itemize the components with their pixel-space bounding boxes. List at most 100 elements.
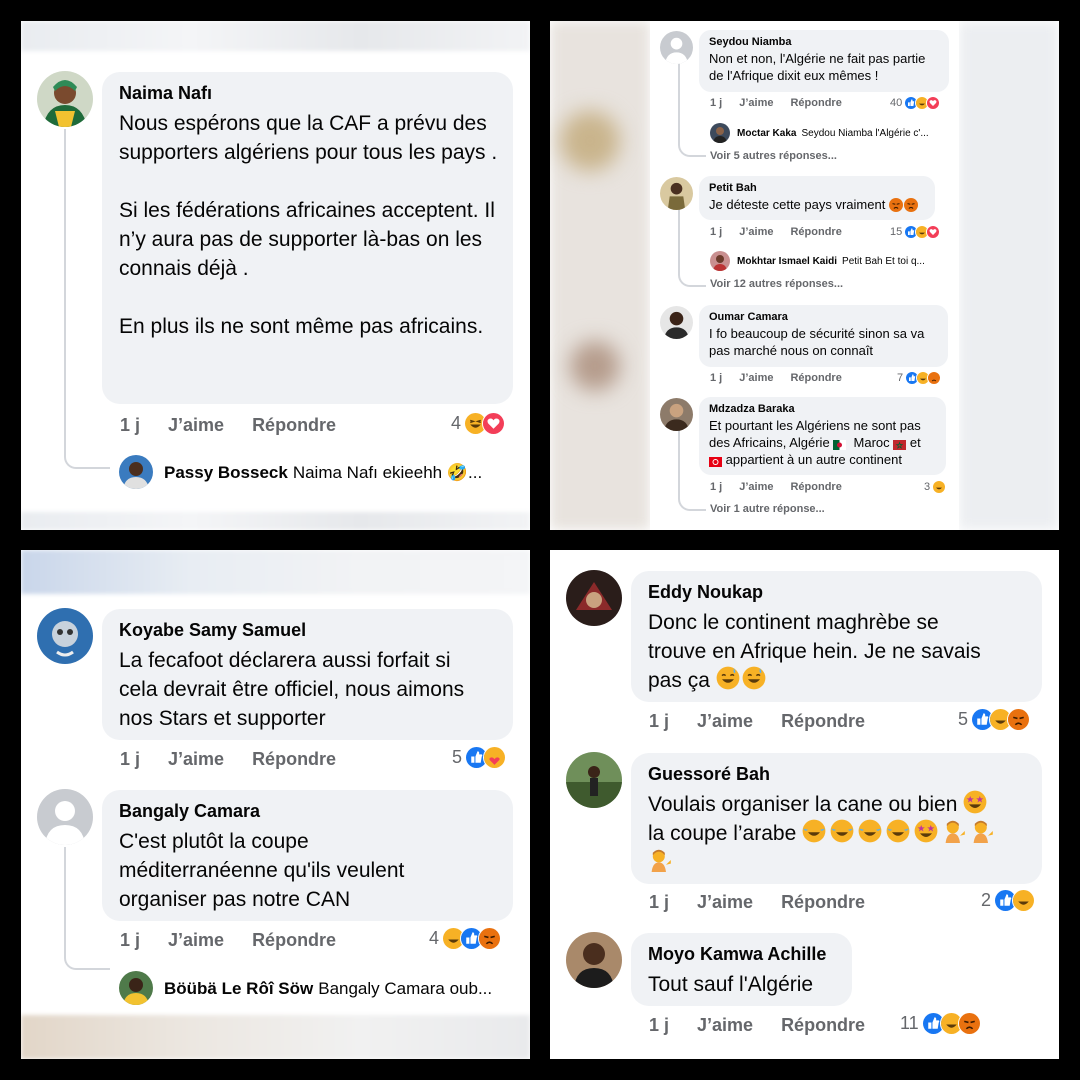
reply-preview[interactable]: Passy Bosseck Naima Nafı ekieehh 🤣... bbox=[164, 461, 514, 485]
person-tipping-hand-emoji-icon bbox=[648, 848, 672, 872]
comment-bubble: Eddy Noukap Donc le continent maghrèbe s… bbox=[631, 571, 1042, 702]
reply-author[interactable]: Mokhtar Ismael Kaidi bbox=[737, 256, 837, 267]
like-button[interactable]: J’aime bbox=[168, 415, 224, 436]
avatar[interactable] bbox=[660, 398, 693, 431]
comment-text-part: des Africains, Algérie bbox=[709, 435, 830, 450]
comment-author[interactable]: Naima Nafı bbox=[119, 83, 504, 104]
angry-reaction-icon bbox=[478, 927, 502, 950]
reply-button[interactable]: Répondre bbox=[790, 481, 841, 493]
reaction-summary[interactable]: 15 bbox=[890, 225, 941, 239]
avatar[interactable] bbox=[710, 251, 730, 271]
reply-author[interactable]: Passy Bosseck bbox=[164, 463, 288, 483]
panel-bottom-left: Koyabe Samy Samuel La fecafoot déclarera… bbox=[21, 550, 530, 1059]
reply-button[interactable]: Répondre bbox=[252, 749, 336, 770]
like-button[interactable]: J’aime bbox=[739, 226, 773, 238]
morocco-flag-icon bbox=[893, 437, 907, 450]
love-reaction-icon bbox=[482, 412, 506, 435]
reply-button[interactable]: Répondre bbox=[790, 372, 841, 384]
reply-preview[interactable]: Böübä Le Rôî Söw Bangaly Camara oub... bbox=[164, 977, 516, 1001]
reply-author[interactable]: Moctar Kaka bbox=[737, 128, 796, 139]
avatar[interactable] bbox=[660, 306, 693, 339]
avatar[interactable] bbox=[660, 31, 693, 64]
like-button[interactable]: J’aime bbox=[697, 892, 753, 913]
reaction-summary[interactable]: 40 bbox=[890, 96, 941, 110]
view-more-replies[interactable]: Voir 12 autres réponses... bbox=[710, 278, 843, 290]
reply-author[interactable]: Böübä Le Rôî Söw bbox=[164, 979, 313, 999]
avatar[interactable] bbox=[660, 177, 693, 210]
reply-button[interactable]: Répondre bbox=[252, 930, 336, 951]
like-button[interactable]: J’aime bbox=[739, 372, 773, 384]
like-button[interactable]: J’aime bbox=[168, 749, 224, 770]
comment-text-part: Donc le continent maghrèbe se trouve en … bbox=[648, 611, 981, 663]
reaction-summary[interactable]: 2 bbox=[981, 889, 1036, 912]
avatar[interactable] bbox=[710, 123, 730, 143]
tears-of-joy-emoji-icon bbox=[858, 819, 882, 843]
comment-time: 1 j bbox=[120, 749, 141, 769]
like-button[interactable]: J’aime bbox=[739, 97, 773, 109]
tears-of-joy-emoji-icon bbox=[802, 819, 826, 843]
avatar[interactable] bbox=[566, 570, 622, 626]
comment-time: 1 j bbox=[710, 226, 723, 238]
sweat-smile-emoji-icon bbox=[742, 666, 766, 690]
avatar[interactable] bbox=[119, 971, 153, 1005]
comment-bubble: Naima Nafı Nous espérons que la CAF a pr… bbox=[102, 72, 513, 404]
reply-button[interactable]: Répondre bbox=[790, 226, 841, 238]
comment-author[interactable]: Guessoré Bah bbox=[648, 764, 1040, 785]
reaction-count: 40 bbox=[890, 97, 903, 109]
like-button[interactable]: J’aime bbox=[168, 930, 224, 951]
reaction-summary[interactable]: 11 bbox=[900, 1012, 981, 1035]
reply-button[interactable]: Répondre bbox=[790, 97, 841, 109]
reply-button[interactable]: Répondre bbox=[252, 415, 336, 436]
like-button[interactable]: J’aime bbox=[697, 1015, 753, 1036]
comment-author[interactable]: Eddy Noukap bbox=[648, 582, 981, 603]
reaction-summary[interactable]: 7 bbox=[897, 371, 942, 385]
reaction-summary[interactable]: 4 bbox=[451, 412, 506, 435]
angry-reaction-icon bbox=[957, 1012, 981, 1035]
comment-actions: 1 j J’aime Répondre bbox=[649, 711, 893, 732]
reaction-summary[interactable]: 5 bbox=[452, 746, 507, 769]
view-more-replies[interactable]: Voir 1 autre réponse... bbox=[710, 503, 825, 515]
avatar[interactable] bbox=[37, 608, 93, 664]
comment-author[interactable]: Oumar Camara bbox=[709, 311, 924, 323]
reply-button[interactable]: Répondre bbox=[781, 711, 865, 732]
algeria-flag-icon bbox=[833, 437, 847, 450]
avatar[interactable] bbox=[37, 789, 93, 845]
view-more-replies[interactable]: Voir 5 autres réponses... bbox=[710, 150, 837, 162]
comment-text-part: et bbox=[909, 435, 921, 450]
avatar[interactable] bbox=[119, 455, 153, 489]
reply-preview[interactable]: Mokhtar Ismael Kaidi Petit Bah Et toi q.… bbox=[737, 253, 952, 269]
avatar[interactable] bbox=[37, 71, 93, 127]
blurred-footer bbox=[21, 1015, 530, 1059]
reaction-summary[interactable]: 4 bbox=[429, 927, 502, 950]
reaction-count: 7 bbox=[897, 372, 904, 384]
reply-preview[interactable]: Moctar Kaka Seydou Niamba l'Algérie c'..… bbox=[737, 125, 952, 141]
like-button[interactable]: J’aime bbox=[697, 711, 753, 732]
comment-text-part: pas ça bbox=[648, 669, 710, 692]
reply-button[interactable]: Répondre bbox=[781, 892, 865, 913]
comment-bubble: Koyabe Samy Samuel La fecafoot déclarera… bbox=[102, 609, 513, 740]
reaction-summary[interactable]: 3 bbox=[924, 480, 947, 494]
reaction-summary[interactable]: 5 bbox=[958, 708, 1031, 731]
comment-author[interactable]: Seydou Niamba bbox=[709, 36, 925, 48]
comment-text: La fecafoot déclarera aussi forfait si c… bbox=[119, 649, 465, 730]
comment-author[interactable]: Mdzadza Baraka bbox=[709, 403, 943, 415]
comment-column: Seydou Niamba Non et non, l'Algérie ne f… bbox=[650, 21, 959, 530]
comment-author[interactable]: Moyo Kamwa Achille bbox=[648, 944, 826, 965]
comment-time: 1 j bbox=[120, 930, 141, 950]
haha-reaction-icon bbox=[932, 480, 947, 494]
comment-author[interactable]: Petit Bah bbox=[709, 182, 918, 194]
person-tipping-hand-emoji-icon bbox=[942, 819, 966, 843]
comment-bubble: Seydou Niamba Non et non, l'Algérie ne f… bbox=[699, 30, 949, 92]
reply-button[interactable]: Répondre bbox=[781, 1015, 865, 1036]
avatar[interactable] bbox=[566, 932, 622, 988]
love-reaction-icon bbox=[926, 96, 941, 110]
comment-time: 1 j bbox=[710, 481, 723, 493]
comment-actions: 1 j J’aime Répondre bbox=[710, 481, 859, 493]
comment-author[interactable]: Bangaly Camara bbox=[119, 801, 404, 822]
comment-time: 1 j bbox=[710, 97, 723, 109]
avatar[interactable] bbox=[566, 752, 622, 808]
blurred-footer bbox=[21, 512, 530, 530]
blurred-left-edge bbox=[550, 21, 650, 530]
like-button[interactable]: J’aime bbox=[739, 481, 773, 493]
comment-author[interactable]: Koyabe Samy Samuel bbox=[119, 620, 464, 641]
